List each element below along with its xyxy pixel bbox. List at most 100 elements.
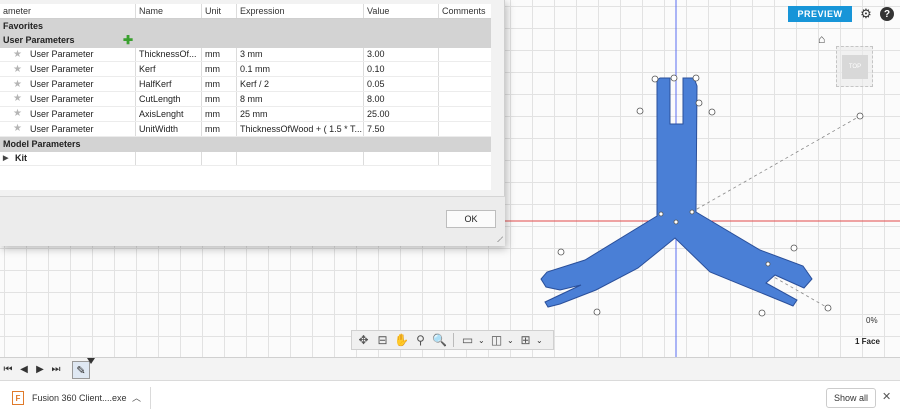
zoom-icon[interactable]: ⚲: [412, 332, 429, 348]
table-cell: [364, 151, 439, 165]
parameter-unit-cell[interactable]: mm: [202, 122, 237, 136]
group-label: User Parameters: [3, 35, 75, 46]
toolbar-divider: [453, 333, 454, 347]
parameter-value-cell[interactable]: 7.50: [364, 122, 439, 136]
parameter-type-cell: User Parameter: [0, 122, 136, 136]
grid-snaps-icon[interactable]: ◫: [488, 332, 505, 348]
column-header-expression[interactable]: Expression: [237, 4, 364, 18]
table-row[interactable]: ★ User Parameter ThicknessOf... mm 3 mm 3.00: [0, 47, 491, 62]
parameter-name-cell[interactable]: Kerf: [136, 62, 202, 76]
gear-icon[interactable]: ⚙: [858, 6, 874, 22]
parameter-comment-cell[interactable]: [439, 77, 491, 91]
parameter-value-cell[interactable]: 0.10: [364, 62, 439, 76]
parameter-comment-cell[interactable]: [439, 122, 491, 136]
parameter-value-cell[interactable]: 0.05: [364, 77, 439, 91]
column-header-value[interactable]: Value: [364, 4, 439, 18]
parameters-dialog: ameter Name Unit Expression Value Commen…: [0, 0, 505, 246]
parameter-expression-cell[interactable]: 3 mm: [237, 47, 364, 61]
chevron-up-icon[interactable]: ︿: [132, 391, 141, 404]
fusion-file-icon: F: [12, 391, 24, 405]
viewports-icon[interactable]: ⊞: [517, 332, 534, 348]
parameter-unit-cell[interactable]: mm: [202, 47, 237, 61]
parameter-type-cell: User Parameter: [0, 47, 136, 61]
parameter-expression-cell[interactable]: 0.1 mm: [237, 62, 364, 76]
parameter-type-cell: User Parameter: [0, 77, 136, 91]
add-parameter-icon[interactable]: ✚: [123, 34, 133, 46]
download-divider: [150, 387, 151, 409]
table-row[interactable]: ★ User Parameter HalfKerf mm Kerf / 2 0.05: [0, 77, 491, 92]
kit-row[interactable]: ▶ Kit: [0, 151, 491, 166]
parameter-unit-cell[interactable]: mm: [202, 62, 237, 76]
play-icon[interactable]: ▶: [34, 364, 46, 375]
parameters-table: ameter Name Unit Expression Value Commen…: [0, 4, 491, 190]
look-at-icon[interactable]: ⊟: [374, 332, 391, 348]
table-row[interactable]: ★ User Parameter AxisLenght mm 25 mm 25.00: [0, 107, 491, 122]
step-back-icon[interactable]: ◀: [18, 364, 30, 375]
parameter-unit-cell[interactable]: mm: [202, 77, 237, 91]
parameter-expression-cell[interactable]: 8 mm: [237, 92, 364, 106]
zoom-fit-icon[interactable]: 🔍: [431, 332, 448, 348]
table-cell: [202, 151, 237, 165]
resize-grip[interactable]: [497, 236, 503, 242]
parameter-expression-cell[interactable]: ThicknessOfWood + ( 1.5 * T...: [237, 122, 364, 136]
parameter-expression-cell[interactable]: Kerf / 2: [237, 77, 364, 91]
parameter-comment-cell[interactable]: [439, 107, 491, 121]
ok-button[interactable]: OK: [446, 210, 496, 228]
group-label: Model Parameters: [3, 139, 81, 150]
column-header-name[interactable]: Name: [136, 4, 202, 18]
downloads-bar: F Fusion 360 Client....exe ︿ Show all ✕: [0, 380, 900, 413]
parameter-name-cell[interactable]: UnitWidth: [136, 122, 202, 136]
parameter-type-cell: User Parameter: [0, 107, 136, 121]
parameter-comment-cell[interactable]: [439, 48, 491, 62]
skip-to-start-icon[interactable]: ⏮: [2, 364, 14, 375]
parameter-comment-cell[interactable]: [439, 92, 491, 106]
skip-to-end-icon[interactable]: ⏭: [50, 364, 62, 375]
group-favorites[interactable]: Favorites: [0, 18, 491, 33]
parameter-comment-cell[interactable]: [439, 62, 491, 76]
chevron-down-icon[interactable]: ⌄: [478, 336, 486, 345]
show-all-button[interactable]: Show all: [826, 388, 876, 408]
display-settings-icon[interactable]: ▭: [459, 332, 476, 348]
table-cell: [136, 151, 202, 165]
parameter-type-cell: User Parameter: [0, 92, 136, 106]
viewcube-top-face[interactable]: TOP: [842, 55, 868, 79]
group-user-parameters[interactable]: User Parameters ✚: [0, 33, 491, 48]
column-header-parameter[interactable]: ameter: [0, 4, 136, 18]
parameter-unit-cell[interactable]: mm: [202, 92, 237, 106]
column-header-comments[interactable]: Comments: [439, 4, 491, 18]
parameter-type-cell: User Parameter: [0, 62, 136, 76]
home-icon[interactable]: ⌂: [818, 32, 825, 46]
download-item[interactable]: F Fusion 360 Client....exe: [12, 388, 127, 408]
table-header: ameter Name Unit Expression Value Commen…: [0, 4, 491, 19]
chevron-down-icon[interactable]: ⌄: [536, 336, 544, 345]
table-row[interactable]: ★ User Parameter UnitWidth mm ThicknessOfWoo…: [0, 122, 491, 137]
parameter-name-cell[interactable]: ThicknessOf...: [136, 47, 202, 61]
table-row[interactable]: ★ User Parameter Kerf mm 0.1 mm 0.10: [0, 62, 491, 77]
kit-label: Kit: [12, 151, 136, 165]
selection-readout: 1 Face: [855, 337, 880, 346]
parameter-expression-cell[interactable]: 25 mm: [237, 107, 364, 121]
orbit-icon[interactable]: ✥: [355, 332, 372, 348]
parameter-value-cell[interactable]: 8.00: [364, 92, 439, 106]
help-icon[interactable]: ?: [880, 7, 894, 21]
parameter-name-cell[interactable]: CutLength: [136, 92, 202, 106]
parameter-name-cell[interactable]: HalfKerf: [136, 77, 202, 91]
timeline-marker[interactable]: [87, 358, 95, 364]
timeline-bar: ⏮ ◀ ▶ ⏭ ✎: [0, 357, 900, 380]
download-file-name[interactable]: Fusion 360 Client....exe: [32, 393, 127, 403]
parameter-value-cell[interactable]: 3.00: [364, 47, 439, 61]
group-model-parameters[interactable]: Model Parameters: [0, 137, 491, 152]
table-row[interactable]: ★ User Parameter CutLength mm 8 mm 8.00: [0, 92, 491, 107]
viewcube[interactable]: TOP: [836, 46, 873, 87]
preview-button[interactable]: PREVIEW: [788, 6, 852, 22]
column-header-unit[interactable]: Unit: [202, 4, 237, 18]
expand-arrow-icon[interactable]: ▶: [3, 154, 8, 162]
parameter-unit-cell[interactable]: mm: [202, 107, 237, 121]
pan-icon[interactable]: ✋: [393, 332, 410, 348]
close-icon[interactable]: ✕: [882, 390, 891, 403]
table-cell: [237, 151, 364, 165]
chevron-down-icon[interactable]: ⌄: [507, 336, 515, 345]
parameter-name-cell[interactable]: AxisLenght: [136, 107, 202, 121]
parameter-value-cell[interactable]: 25.00: [364, 107, 439, 121]
dialog-footer: [0, 196, 505, 246]
